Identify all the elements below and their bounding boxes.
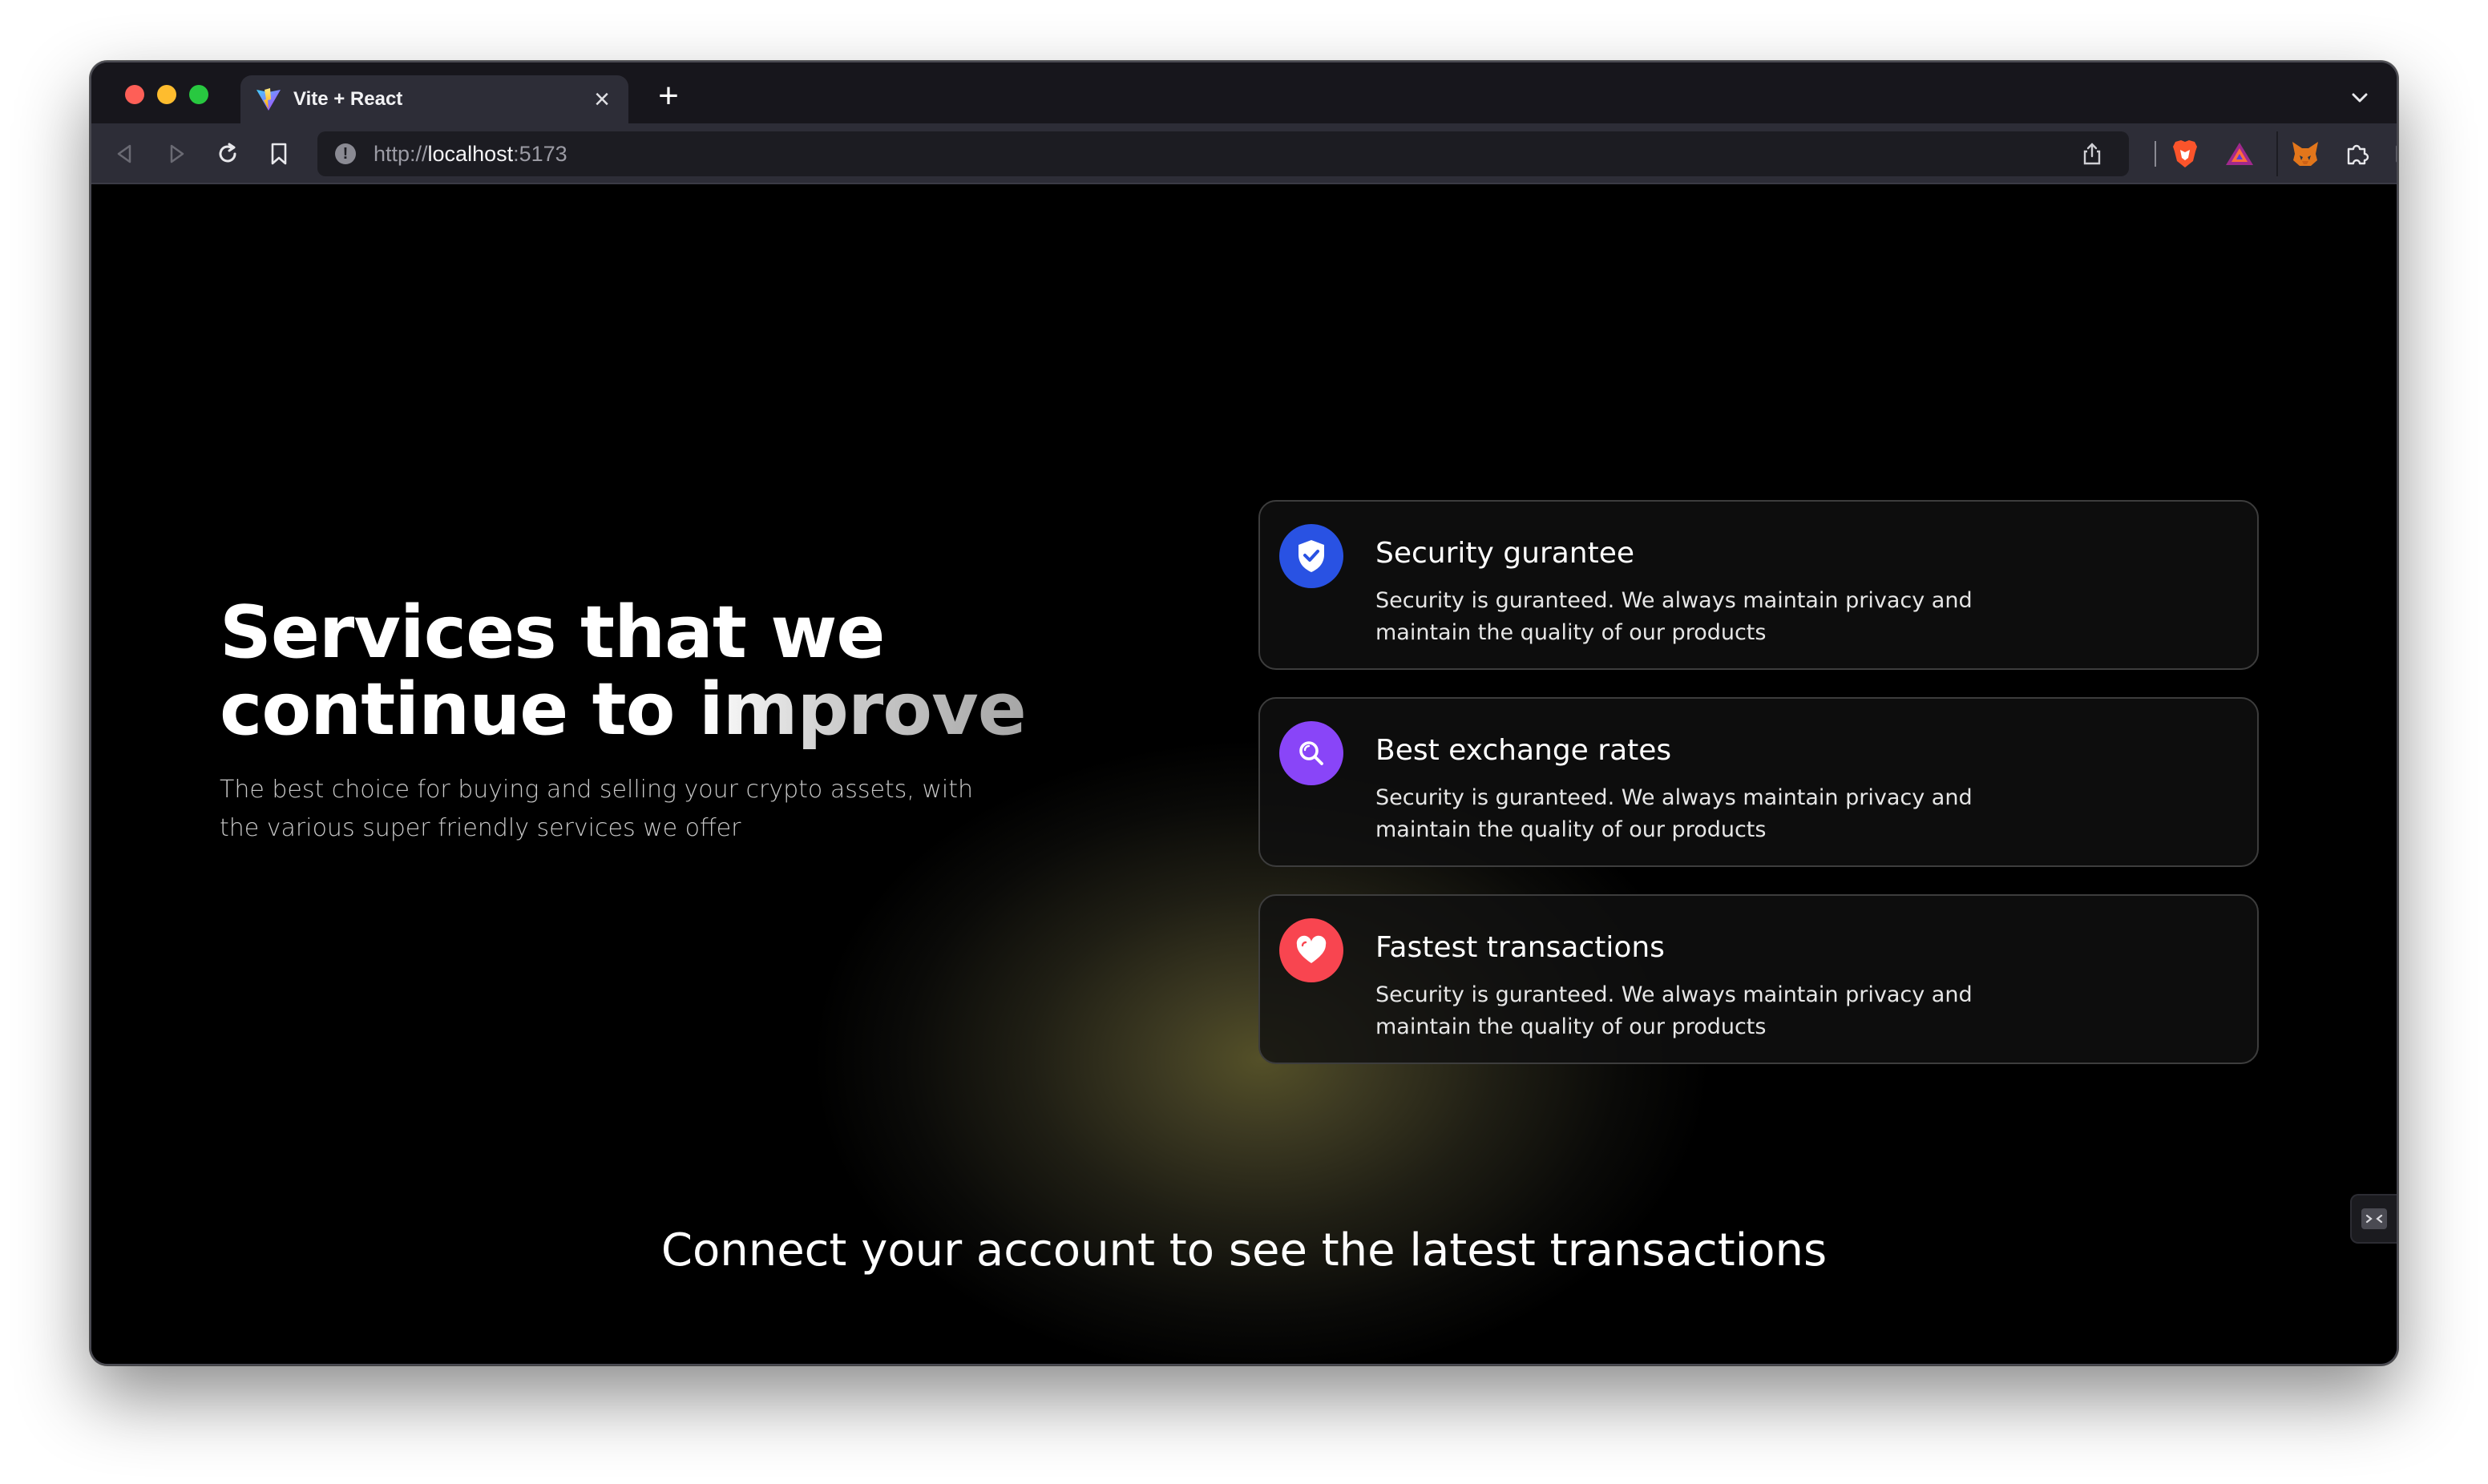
connect-account-message: Connect your account to see the latest t… (660, 1224, 1828, 1276)
site-info-icon[interactable]: ! (335, 143, 356, 164)
triangle-rewards-icon (2226, 143, 2253, 165)
service-icon-badge (1279, 918, 1343, 982)
url-scheme: http:// (374, 141, 428, 166)
metamask-extension-button[interactable] (2288, 136, 2323, 171)
fox-icon (2292, 142, 2318, 166)
close-window-button[interactable] (125, 85, 144, 104)
brave-lion-icon (2173, 140, 2197, 167)
toolbar-separator (2276, 131, 2278, 176)
tab-title: Vite + React (293, 88, 403, 110)
tab-active[interactable]: Vite + React × (240, 75, 628, 123)
puzzle-icon (2347, 144, 2369, 165)
share-icon[interactable] (2079, 141, 2105, 167)
back-button[interactable] (109, 138, 141, 170)
reload-button[interactable] (212, 138, 244, 170)
sidebar-icon (2396, 145, 2397, 163)
service-title: Fastest transactions (1375, 931, 1665, 964)
title-line-2-fade: improve (698, 667, 1027, 752)
service-description: Security is guranteed. We always maintai… (1375, 982, 1973, 1039)
browser-window: Vite + React × + ! http://localhost:5173 (90, 61, 2398, 1365)
new-tab-button[interactable]: + (646, 75, 691, 120)
maximize-window-button[interactable] (189, 85, 208, 104)
service-title: Best exchange rates (1375, 734, 1672, 767)
reload-icon (219, 143, 236, 163)
extensions-button[interactable] (2339, 136, 2374, 171)
minimize-window-button[interactable] (157, 85, 176, 104)
arrow-right-icon (170, 144, 184, 163)
brave-rewards-button[interactable] (2222, 136, 2257, 171)
bookmark-icon (271, 143, 287, 165)
brave-shields-button[interactable] (2167, 136, 2203, 171)
page-content: Services that we continue to improve The… (91, 186, 2397, 1364)
arrow-left-icon (117, 144, 131, 163)
title-line-1: Services that we (220, 591, 885, 675)
service-description: Security is guranteed. We always maintai… (1375, 588, 1973, 645)
tab-close-icon[interactable]: × (590, 86, 614, 113)
toolbar-separator (2155, 141, 2156, 167)
floating-side-widget[interactable] (2350, 1194, 2397, 1244)
services-subtitle: The best choice for buying and selling y… (220, 776, 974, 842)
service-description: Security is guranteed. We always maintai… (1375, 785, 1973, 842)
vite-logo-icon (256, 88, 281, 111)
window-controls (125, 85, 208, 104)
tab-bar: Vite + React × + (91, 63, 2397, 123)
service-card-fastest-transactions[interactable]: Fastest transactions Security is gurante… (1258, 894, 2259, 1064)
bookmark-button[interactable] (263, 138, 295, 170)
forward-button[interactable] (160, 138, 192, 170)
heart-icon (1296, 935, 1327, 963)
service-card-exchange-rates[interactable]: Best exchange rates Security is gurantee… (1258, 697, 2259, 867)
service-card-security[interactable]: Security gurantee Security is guranteed.… (1258, 500, 2259, 670)
chevron-down-icon[interactable] (2344, 82, 2376, 114)
shield-check-icon (1299, 540, 1324, 572)
url-host: localhost (427, 141, 514, 166)
service-icon-badge (1279, 721, 1343, 785)
title-line-2-start: continue to (220, 667, 699, 752)
widget-icon (2361, 1208, 2387, 1229)
search-icon (1299, 741, 1323, 765)
browser-toolbar: ! http://localhost:5173 (91, 123, 2397, 184)
service-title: Security gurantee (1375, 537, 1635, 570)
url-text: http://localhost:5173 (374, 142, 567, 167)
address-bar[interactable]: ! http://localhost:5173 (317, 131, 2129, 176)
url-port: :5173 (513, 141, 567, 166)
service-icon-badge (1279, 524, 1343, 588)
services-title: Services that we continue to improve (220, 595, 1027, 748)
sidebar-toggle-button[interactable] (2390, 136, 2397, 171)
